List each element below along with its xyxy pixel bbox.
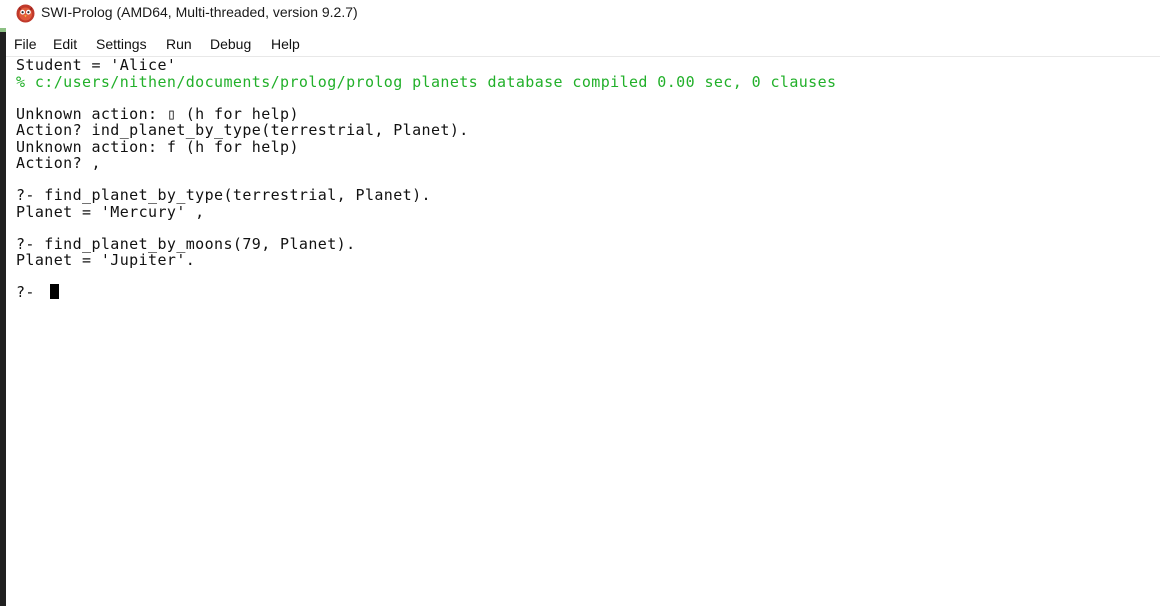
swi-prolog-window: SWI-Prolog (AMD64, Multi-threaded, versi… xyxy=(0,0,1160,606)
menu-help[interactable]: Help xyxy=(271,36,300,52)
title-bar: SWI-Prolog (AMD64, Multi-threaded, versi… xyxy=(0,0,1160,28)
menu-debug[interactable]: Debug xyxy=(210,36,251,52)
console-line: Planet = 'Mercury' , xyxy=(16,203,205,221)
menu-settings[interactable]: Settings xyxy=(96,36,147,52)
menu-edit[interactable]: Edit xyxy=(53,36,77,52)
console-line: ?- find_planet_by_type(terrestrial, Plan… xyxy=(16,186,431,204)
text-cursor xyxy=(50,284,59,299)
console-line: ?- find_planet_by_moons(79, Planet). xyxy=(16,235,356,253)
console-output[interactable]: Student = 'Alice' % c:/users/nithen/docu… xyxy=(6,57,1160,606)
console-line-compile-message: % c:/users/nithen/documents/prolog/prolo… xyxy=(16,73,837,91)
swi-prolog-owl-icon xyxy=(16,4,35,23)
menu-run[interactable]: Run xyxy=(166,36,192,52)
console-line: Action? ind_planet_by_type(terrestrial, … xyxy=(16,121,469,139)
console-line: Action? , xyxy=(16,154,101,172)
console-line: Planet = 'Jupiter'. xyxy=(16,251,196,269)
console-line: Unknown action: ▯ (h for help) xyxy=(16,105,299,123)
menu-bar: File Edit Settings Run Debug Help xyxy=(6,34,1160,57)
console-line: Unknown action: f (h for help) xyxy=(16,138,299,156)
console-line: Student = 'Alice' xyxy=(16,57,177,74)
prompt-line: ?- xyxy=(16,283,45,301)
menu-file[interactable]: File xyxy=(14,36,37,52)
window-title: SWI-Prolog (AMD64, Multi-threaded, versi… xyxy=(41,4,358,20)
